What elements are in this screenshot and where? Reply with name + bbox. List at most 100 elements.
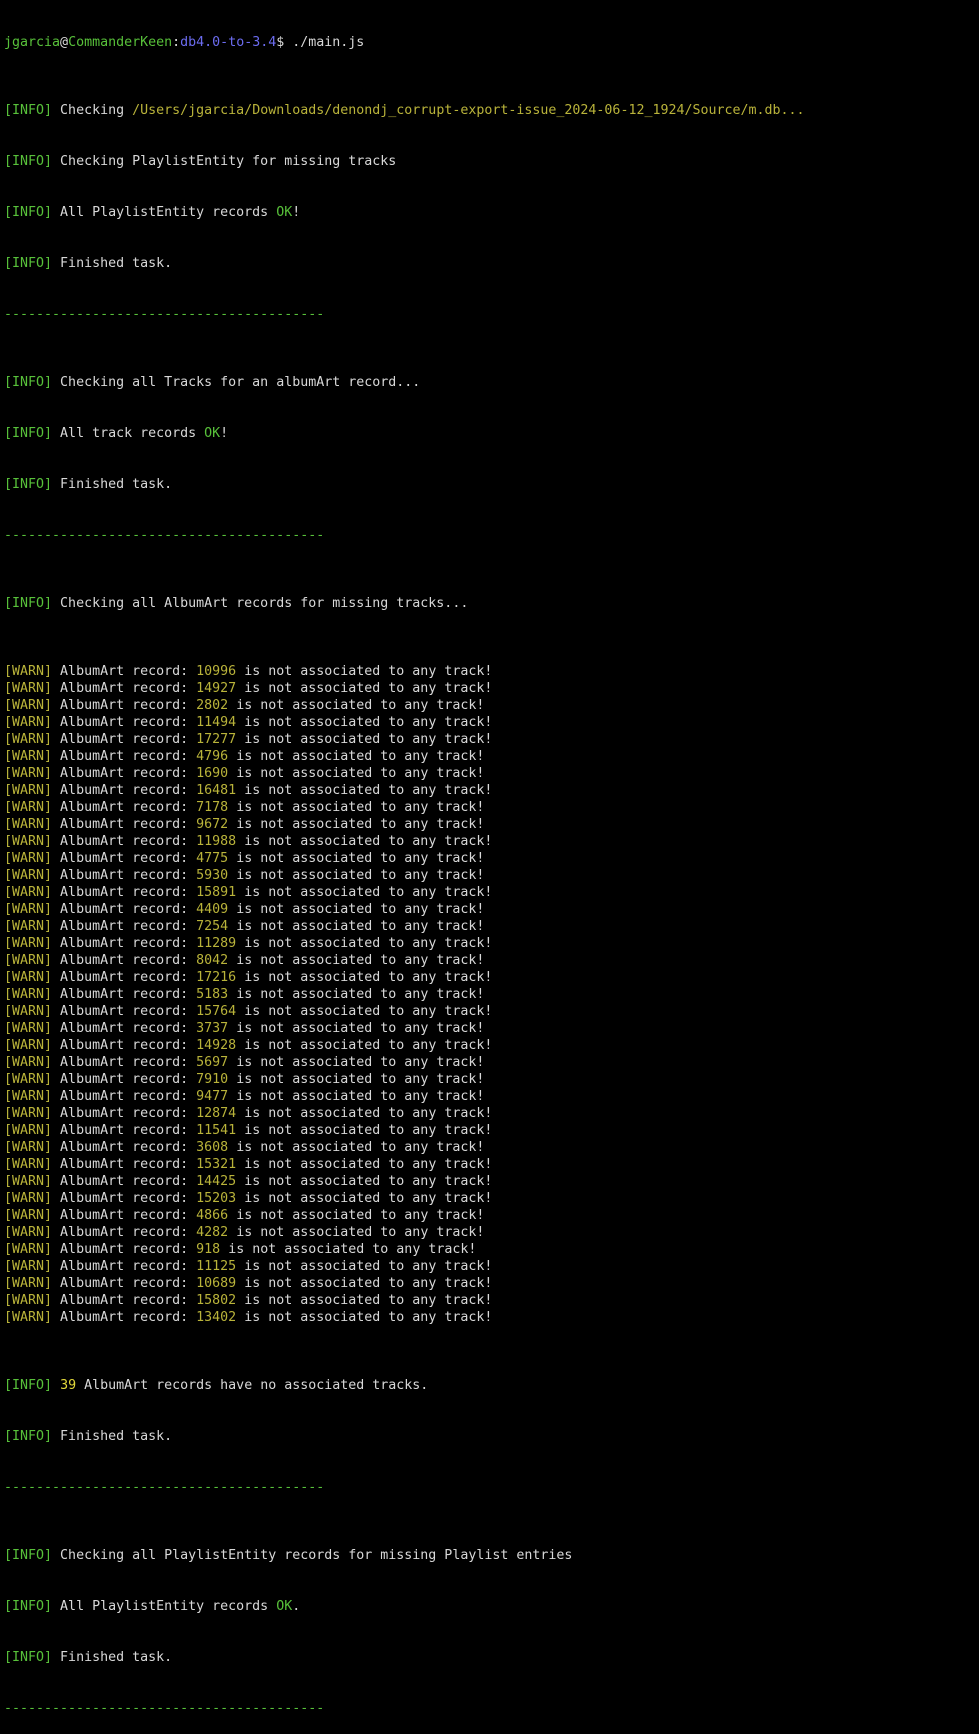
warn-tag: [WARN] <box>4 953 53 968</box>
warn-tag: [WARN] <box>4 1276 53 1291</box>
warn-text: AlbumArt record: <box>52 1310 197 1325</box>
warn-text: is not associated to any track! <box>236 936 493 951</box>
info-tag: [INFO] <box>4 1378 53 1393</box>
warn-text: is not associated to any track! <box>236 783 493 798</box>
warn-text: AlbumArt record: <box>52 1174 197 1189</box>
warn-text: AlbumArt record: <box>52 1021 197 1036</box>
warn-text: AlbumArt record: <box>52 715 197 730</box>
warn-row: [WARN] AlbumArt record: 11125 is not ass… <box>4 1258 979 1275</box>
warn-tag: [WARN] <box>4 1072 53 1087</box>
warn-row: [WARN] AlbumArt record: 5930 is not asso… <box>4 867 979 884</box>
info-tag: [INFO] <box>4 154 53 169</box>
warn-text: is not associated to any track! <box>236 1276 493 1291</box>
warn-row: [WARN] AlbumArt record: 9477 is not asso… <box>4 1088 979 1105</box>
log-line: [INFO] All PlaylistEntity records OK. <box>4 1598 979 1615</box>
warn-tag: [WARN] <box>4 885 53 900</box>
warn-tag: [WARN] <box>4 1242 53 1257</box>
warn-text: is not associated to any track! <box>236 1310 493 1325</box>
prompt-dollar: $ <box>276 35 293 50</box>
warn-tag: [WARN] <box>4 732 53 747</box>
warn-tag: [WARN] <box>4 1174 53 1189</box>
record-id: 15891 <box>196 885 237 900</box>
record-id: 11988 <box>196 834 237 849</box>
record-id: 5697 <box>196 1055 229 1070</box>
db-path: /Users/jgarcia/Downloads/denondj_corrupt… <box>132 103 805 118</box>
warn-text: is not associated to any track! <box>236 1004 493 1019</box>
record-id: 4866 <box>196 1208 229 1223</box>
warn-tag: [WARN] <box>4 783 53 798</box>
warn-tag: [WARN] <box>4 987 53 1002</box>
warn-tag: [WARN] <box>4 1157 53 1172</box>
warn-text: AlbumArt record: <box>52 953 197 968</box>
warn-text: is not associated to any track! <box>220 1242 477 1257</box>
warn-text: AlbumArt record: <box>52 1208 197 1223</box>
warn-text: is not associated to any track! <box>228 1089 485 1104</box>
log-line: [INFO] Checking 39 AlbumArt records have… <box>4 1377 979 1394</box>
log-text: . <box>292 1599 301 1614</box>
record-id: 15802 <box>196 1293 237 1308</box>
warn-tag: [WARN] <box>4 1225 53 1240</box>
warn-row: [WARN] AlbumArt record: 8042 is not asso… <box>4 952 979 969</box>
log-line: [INFO] All track records OK! <box>4 425 979 442</box>
record-id: 7254 <box>196 919 229 934</box>
separator: ---------------------------------------- <box>4 528 325 543</box>
warn-text: AlbumArt record: <box>52 800 197 815</box>
warn-text: AlbumArt record: <box>52 851 197 866</box>
prompt-command: ./main.js <box>292 35 365 50</box>
terminal-output[interactable]: jgarcia@CommanderKeen:db4.0-to-3.4$ ./ma… <box>4 0 979 1734</box>
warn-row: [WARN] AlbumArt record: 14425 is not ass… <box>4 1173 979 1190</box>
warn-text: is not associated to any track! <box>228 1225 485 1240</box>
record-id: 14425 <box>196 1174 237 1189</box>
warn-tag: [WARN] <box>4 834 53 849</box>
warn-row: [WARN] AlbumArt record: 15203 is not ass… <box>4 1190 979 1207</box>
record-id: 13402 <box>196 1310 237 1325</box>
warn-text: is not associated to any track! <box>228 953 485 968</box>
warn-tag: [WARN] <box>4 970 53 985</box>
warn-tag: [WARN] <box>4 715 53 730</box>
warn-tag: [WARN] <box>4 1293 53 1308</box>
warn-tag: [WARN] <box>4 1191 53 1206</box>
log-text: Checking all Tracks for an albumArt reco… <box>52 375 421 390</box>
warn-tag: [WARN] <box>4 800 53 815</box>
log-line: [INFO] Checking all AlbumArt records for… <box>4 595 979 612</box>
record-id: 4409 <box>196 902 229 917</box>
warn-row: [WARN] AlbumArt record: 7910 is not asso… <box>4 1071 979 1088</box>
warn-tag: [WARN] <box>4 902 53 917</box>
warn-text: AlbumArt record: <box>52 1191 197 1206</box>
warn-text: AlbumArt record: <box>52 664 197 679</box>
warn-tag: [WARN] <box>4 749 53 764</box>
warn-text: is not associated to any track! <box>228 766 485 781</box>
warn-tag: [WARN] <box>4 919 53 934</box>
warn-row: [WARN] AlbumArt record: 10996 is not ass… <box>4 663 979 680</box>
warn-tag: [WARN] <box>4 1106 53 1121</box>
warn-list: [WARN] AlbumArt record: 10996 is not ass… <box>4 663 979 1326</box>
log-text: Finished task. <box>52 1650 173 1665</box>
prompt-user: jgarcia <box>4 35 61 50</box>
record-id: 3737 <box>196 1021 229 1036</box>
warn-tag: [WARN] <box>4 1140 53 1155</box>
separator: ---------------------------------------- <box>4 1480 325 1495</box>
record-id: 17216 <box>196 970 237 985</box>
warn-tag: [WARN] <box>4 936 53 951</box>
warn-text: AlbumArt record: <box>52 1072 197 1087</box>
warn-row: [WARN] AlbumArt record: 4409 is not asso… <box>4 901 979 918</box>
prompt-host: CommanderKeen <box>68 35 173 50</box>
warn-tag: [WARN] <box>4 1089 53 1104</box>
warn-row: [WARN] AlbumArt record: 3608 is not asso… <box>4 1139 979 1156</box>
info-tag: [INFO] <box>4 426 53 441</box>
log-line: [INFO] Finished task. <box>4 1428 979 1445</box>
record-id: 12874 <box>196 1106 237 1121</box>
log-text: Checking PlaylistEntity for missing trac… <box>52 154 397 169</box>
info-tag: [INFO] <box>4 375 53 390</box>
warn-tag: [WARN] <box>4 1055 53 1070</box>
warn-text: is not associated to any track! <box>228 698 485 713</box>
warn-text: is not associated to any track! <box>236 715 493 730</box>
log-text: Checking all PlaylistEntity records for … <box>52 1548 573 1563</box>
log-text: AlbumArt records have no associated trac… <box>76 1378 429 1393</box>
warn-tag: [WARN] <box>4 664 53 679</box>
warn-text: is not associated to any track! <box>228 1140 485 1155</box>
log-text: Checking <box>52 103 133 118</box>
warn-row: [WARN] AlbumArt record: 4866 is not asso… <box>4 1207 979 1224</box>
warn-text: is not associated to any track! <box>236 885 493 900</box>
warn-text: is not associated to any track! <box>236 1106 493 1121</box>
